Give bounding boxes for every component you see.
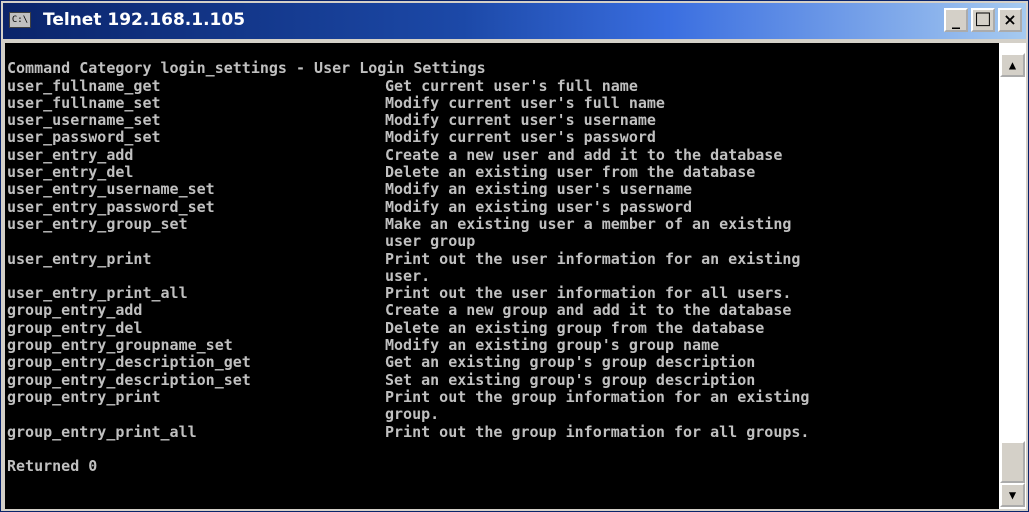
command-description: Modify an existing user's username	[385, 180, 693, 199]
command-row: group_entry_description_get Get an existi…	[5, 353, 999, 372]
command-description: Delete an existing user from the databas…	[385, 163, 756, 182]
command-description: Modify current user's username	[385, 111, 656, 130]
command-name: group_entry_description_set	[7, 370, 251, 389]
command-name: group_entry_print	[7, 387, 161, 406]
scroll-thumb[interactable]	[1000, 441, 1025, 483]
scroll-up-button[interactable]: ▲	[1000, 53, 1025, 77]
command-description: Modify an existing user's password	[385, 197, 693, 216]
command-description: Modify current user's full name	[385, 93, 665, 112]
command-name: user_fullname_get	[7, 76, 161, 95]
command-name: user_entry_del	[7, 163, 134, 182]
command-name: user_entry_print	[7, 249, 152, 268]
command-description: Create a new user and add it to the data…	[385, 145, 783, 164]
command-description: user.	[385, 266, 431, 285]
command-name: group_entry_groupname_set	[7, 336, 233, 355]
command-row: group_entry_groupname_set Modify an exist…	[5, 336, 999, 355]
command-description: Make an existing user a member of an exi…	[385, 214, 792, 233]
command-row: user_entry_print_all Print out the user i…	[5, 284, 999, 303]
category-header: Command Category login_settings - User L…	[5, 59, 999, 78]
command-description: Print out the user information for all u…	[385, 284, 792, 303]
title-bar[interactable]: C:\ Telnet 192.168.1.105 _ □ ×	[3, 3, 1026, 39]
command-description: user group	[385, 232, 476, 251]
command-description: Modify current user's password	[385, 128, 656, 147]
command-description: Delete an existing group from the databa…	[385, 318, 765, 337]
command-description: Set an existing group's group descriptio…	[385, 370, 756, 389]
scroll-down-button[interactable]: ▼	[1000, 483, 1025, 507]
command-description: Create a new group and add it to the dat…	[385, 301, 792, 320]
command-row: group_entry_description_set Set an existi…	[5, 370, 999, 389]
console-output[interactable]: Command Category login_settings - User L…	[5, 43, 999, 509]
command-name: user_entry_password_set	[7, 197, 215, 216]
command-description: Print out the user information for an ex…	[385, 249, 801, 268]
command-name: group_entry_add	[7, 301, 143, 320]
command-row: user_password_set Modify current user's p…	[5, 128, 999, 147]
command-row: user_entry_add Create a new user and add …	[5, 145, 999, 164]
command-name: group_entry_del	[7, 318, 143, 337]
command-row: group_entry_print_all Print out the group…	[5, 422, 999, 441]
command-row: user_entry_del Delete an existing user fr…	[5, 163, 999, 182]
command-row: group_entry_add Create a new group and ad…	[5, 301, 999, 320]
command-row: user_fullname_get Get current user's full…	[5, 76, 999, 95]
command-name: user_entry_username_set	[7, 180, 215, 199]
caption-buttons: _ □ ×	[944, 8, 1022, 34]
result-line: Returned 0	[5, 457, 999, 476]
vertical-scrollbar[interactable]: ▲ ▼	[999, 43, 1026, 509]
command-name: group_entry_description_get	[7, 353, 251, 372]
command-row: group_entry_del Delete an existing group …	[5, 318, 999, 337]
command-description: Print out the group information for an e…	[385, 387, 810, 406]
command-description: group.	[385, 405, 440, 424]
command-row: user_username_set Modify current user's u…	[5, 111, 999, 130]
command-name: user_entry_print_all	[7, 284, 188, 303]
telnet-window: C:\ Telnet 192.168.1.105 _ □ × Command C…	[0, 0, 1029, 512]
command-row: user.	[5, 266, 999, 285]
result-text: Returned 0	[7, 457, 98, 476]
command-description: Get current user's full name	[385, 76, 638, 95]
window-title: Telnet 192.168.1.105	[43, 10, 246, 30]
command-name: user_fullname_set	[7, 93, 161, 112]
close-button[interactable]: ×	[998, 8, 1022, 32]
command-list: user_fullname_get Get current user's full…	[5, 76, 999, 441]
command-name: user_entry_group_set	[7, 214, 188, 233]
command-row: user_entry_password_set Modify an existin…	[5, 197, 999, 216]
command-description: Get an existing group's group descriptio…	[385, 353, 756, 372]
command-name: user_entry_add	[7, 145, 134, 164]
maximize-button[interactable]: □	[971, 8, 995, 32]
command-row: user_entry_print Print out the user infor…	[5, 249, 999, 268]
minimize-button[interactable]: _	[944, 8, 968, 32]
command-description: Print out the group information for all …	[385, 422, 810, 441]
console-app-icon[interactable]: C:\	[9, 12, 31, 28]
command-description: Modify an existing group's group name	[385, 336, 720, 355]
command-row: user_entry_group_set Make an existing use…	[5, 214, 999, 233]
command-row: user group	[5, 232, 999, 251]
header-text: Command Category login_settings - User L…	[7, 59, 486, 78]
command-name: group_entry_print_all	[7, 422, 197, 441]
command-row: group_entry_print Print out the group inf…	[5, 387, 999, 406]
command-name: user_password_set	[7, 128, 161, 147]
command-row: user_entry_username_set Modify an existin…	[5, 180, 999, 199]
command-row: user_fullname_set Modify current user's f…	[5, 93, 999, 112]
command-name: user_username_set	[7, 111, 161, 130]
command-row: group.	[5, 405, 999, 424]
